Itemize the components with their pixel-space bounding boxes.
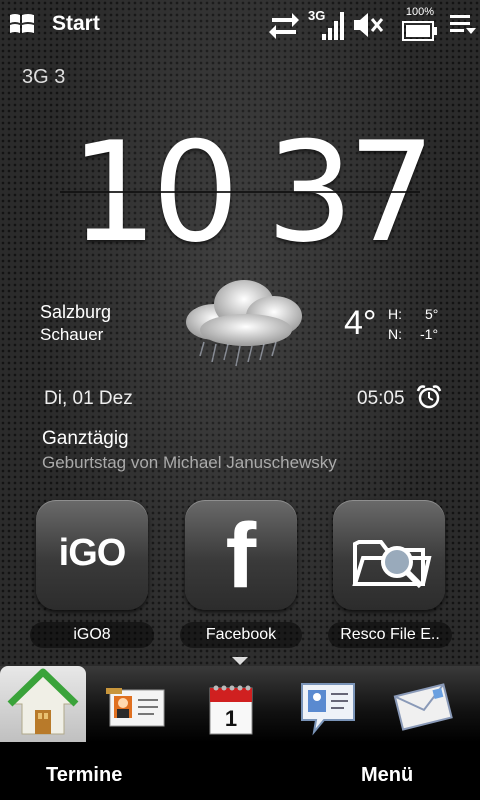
- event-title[interactable]: Ganztägig: [42, 428, 129, 450]
- menu-icon[interactable]: [448, 12, 478, 38]
- flip-clock-divider: [60, 191, 420, 193]
- mail-icon: [393, 683, 453, 731]
- weather-condition: Schauer: [40, 325, 104, 344]
- tab-contacts[interactable]: [92, 666, 178, 742]
- date-label[interactable]: Di, 01 Dez: [44, 388, 133, 410]
- home-icon: [7, 668, 79, 735]
- facebook-app-tile[interactable]: f: [185, 500, 297, 610]
- low-temp-label: N:: [388, 326, 402, 342]
- signal-3g-icon[interactable]: 3G: [308, 6, 348, 42]
- igo-app-label[interactable]: iGO8: [30, 626, 154, 644]
- start-title[interactable]: Start: [52, 12, 100, 36]
- clock-minutes[interactable]: 37: [266, 124, 436, 262]
- messages-icon: [301, 683, 355, 736]
- weather-temperature: 4°: [344, 304, 377, 342]
- contacts-icon: [106, 688, 165, 727]
- resco-app-tile[interactable]: [333, 500, 445, 610]
- windows-logo[interactable]: [8, 11, 36, 37]
- rain-cloud-icon[interactable]: [174, 270, 314, 370]
- battery-icon: [402, 21, 437, 41]
- battery-indicator[interactable]: 100%: [400, 6, 440, 44]
- weather-city[interactable]: Salzburg: [40, 302, 111, 323]
- softkey-left-button[interactable]: Termine: [46, 764, 122, 787]
- chevron-down-icon[interactable]: [231, 656, 249, 666]
- facebook-icon: f: [225, 505, 257, 607]
- igo-icon: iGO: [58, 532, 127, 574]
- alarm-clock-icon[interactable]: [416, 384, 442, 410]
- home-screen: Start 3G 100% 3G 3 10 37 Salzburg Schaue…: [0, 0, 480, 800]
- tab-mail[interactable]: [380, 666, 466, 742]
- status-bar: Start 3G 100%: [0, 0, 480, 50]
- resco-app-label[interactable]: Resco File E..: [328, 626, 452, 644]
- tab-calendar[interactable]: 1: [188, 666, 274, 742]
- high-temp-value: 5°: [425, 306, 439, 322]
- data-transfer-icon[interactable]: [268, 10, 300, 40]
- tab-messages[interactable]: [284, 666, 370, 742]
- network-label: 3G 3: [22, 66, 66, 88]
- tab-bar: 1: [0, 666, 480, 742]
- folder-search-icon: [352, 540, 432, 589]
- softkey-right-button[interactable]: Menü: [361, 764, 413, 787]
- volume-muted-icon[interactable]: [352, 10, 384, 40]
- facebook-app-label[interactable]: Facebook: [180, 626, 302, 644]
- event-description[interactable]: Geburtstag von Michael Januschewsky: [42, 453, 337, 473]
- calendar-day-number: 1: [224, 706, 238, 731]
- tab-home[interactable]: [0, 666, 86, 742]
- battery-percent: 100%: [405, 6, 435, 18]
- clock-hours[interactable]: 10: [70, 124, 240, 262]
- low-temp-value: -1°: [420, 326, 439, 342]
- igo-app-tile[interactable]: iGO: [36, 500, 148, 610]
- alarm-time[interactable]: 05:05: [357, 388, 405, 410]
- high-temp-label: H:: [388, 306, 402, 322]
- network-type-label: 3G: [308, 8, 326, 23]
